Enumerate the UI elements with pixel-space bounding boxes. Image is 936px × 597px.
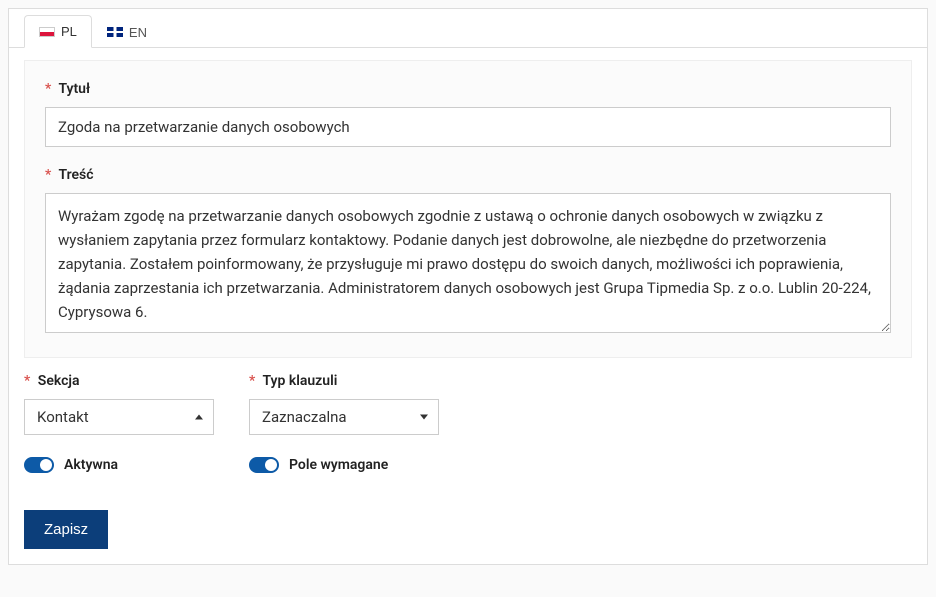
- required-star-icon: *: [45, 81, 51, 97]
- active-toggle-label: Aktywna: [64, 457, 118, 473]
- flag-pl-icon: [39, 27, 55, 37]
- toggles-row: Aktywna Pole wymagane: [9, 457, 927, 473]
- language-tabs: PL EN: [9, 9, 927, 48]
- clause-type-label: * Typ klauzuli: [249, 373, 454, 389]
- form-footer: Zapisz: [9, 495, 927, 564]
- clause-type-field: * Typ klauzuli Zaznaczalna: [249, 373, 454, 435]
- clause-type-value: Zaznaczalna: [262, 408, 347, 426]
- section-select[interactable]: Kontakt: [24, 399, 214, 435]
- options-row: * Sekcja Kontakt * Typ klauzuli Zaznacza…: [9, 373, 927, 435]
- save-button[interactable]: Zapisz: [24, 510, 108, 549]
- section-value: Kontakt: [37, 408, 89, 426]
- active-toggle[interactable]: [24, 457, 54, 473]
- tab-pl-label: PL: [61, 24, 77, 39]
- required-star-icon: *: [249, 373, 255, 389]
- clause-type-select[interactable]: Zaznaczalna: [249, 399, 439, 435]
- section-label: * Sekcja: [24, 373, 229, 389]
- required-toggle-field: Pole wymagane: [249, 457, 454, 473]
- tab-en[interactable]: EN: [92, 15, 162, 48]
- section-field: * Sekcja Kontakt: [24, 373, 229, 435]
- title-field: * Tytuł: [45, 81, 891, 147]
- chevron-down-icon: [420, 415, 428, 420]
- content-textarea[interactable]: Wyrażam zgodę na przetwarzanie danych os…: [45, 193, 891, 333]
- title-input[interactable]: [45, 107, 891, 147]
- tab-pl[interactable]: PL: [24, 15, 92, 48]
- active-toggle-field: Aktywna: [24, 457, 229, 473]
- form-container: PL EN * Tytuł * Treść Wyrażam zgodę na p…: [8, 8, 928, 565]
- content-field: * Treść Wyrażam zgodę na przetwarzanie d…: [45, 167, 891, 337]
- title-label: * Tytuł: [45, 81, 891, 97]
- required-star-icon: *: [45, 167, 51, 183]
- required-toggle-label: Pole wymagane: [289, 457, 388, 473]
- required-star-icon: *: [24, 373, 30, 389]
- tab-content-pl: * Tytuł * Treść Wyrażam zgodę na przetwa…: [24, 60, 912, 358]
- chevron-up-icon: [195, 415, 203, 420]
- content-label: * Treść: [45, 167, 891, 183]
- flag-en-icon: [107, 27, 123, 37]
- tab-en-label: EN: [129, 25, 147, 40]
- required-toggle[interactable]: [249, 457, 279, 473]
